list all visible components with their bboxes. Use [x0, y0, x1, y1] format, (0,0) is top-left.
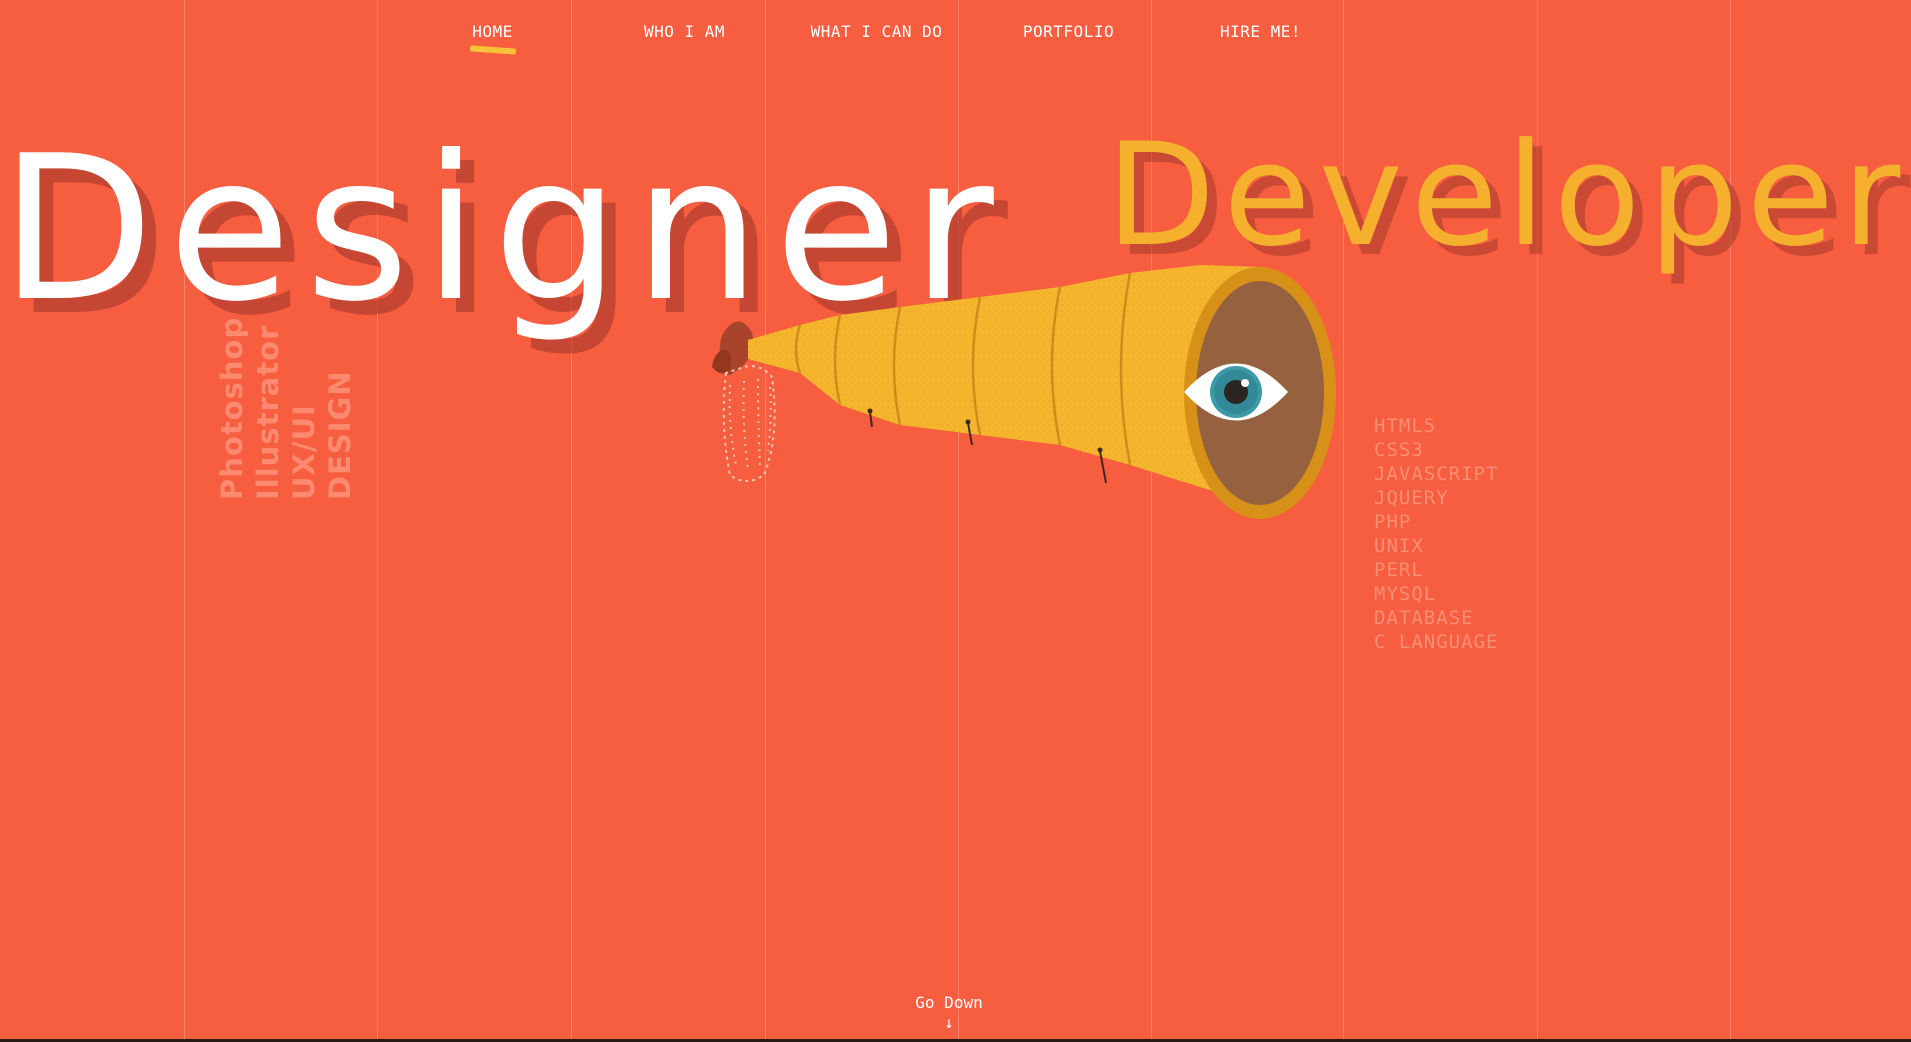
- telescope-tube-icon: [748, 265, 1260, 505]
- nav-active-underline: [469, 45, 517, 55]
- design-skill-item: Photoshop: [215, 316, 249, 500]
- telescope-eye-illustration: [712, 265, 1336, 519]
- nav-item-who-i-am[interactable]: WHO I AM: [588, 22, 781, 41]
- arrow-down-icon: ↓: [944, 1013, 954, 1032]
- dev-skill-item: CSS3: [1374, 439, 1424, 461]
- design-skills-list: Photoshop Illustrator UX/UI DESIGN: [214, 317, 358, 500]
- main-nav: HOME WHO I AM WHAT I CAN DO PORTFOLIO HI…: [0, 0, 1911, 70]
- dev-skill-item: C LANGUAGE: [1374, 631, 1499, 653]
- dev-skill-item: DATABASE: [1374, 607, 1474, 629]
- design-skill-item: Illustrator: [251, 324, 285, 500]
- design-skill-item: UX/UI: [287, 404, 321, 500]
- nav-item-portfolio[interactable]: PORTFOLIO: [972, 22, 1165, 41]
- nav-item-what-i-can-do[interactable]: WHAT I CAN DO: [780, 22, 973, 41]
- dev-skill-item: JQUERY: [1374, 487, 1449, 509]
- sleeve-icon: [722, 365, 776, 482]
- dev-skill-item: UNIX: [1374, 535, 1424, 557]
- developer-heading: Developer: [1106, 113, 1909, 278]
- dev-skill-item: PERL: [1374, 559, 1424, 581]
- dev-skill-item: JAVASCRIPT: [1374, 463, 1499, 485]
- nav-item-hire-me[interactable]: HIRE ME!: [1164, 22, 1357, 41]
- go-down-button[interactable]: Go Down ↓: [880, 993, 1018, 1032]
- dev-skill-item: HTML5: [1374, 415, 1437, 437]
- dev-skills-list: HTML5 CSS3 JAVASCRIPT JQUERY PHP UNIX PE…: [1374, 414, 1498, 654]
- hero-section: HOME WHO I AM WHAT I CAN DO PORTFOLIO HI…: [0, 0, 1911, 1039]
- dev-skill-item: PHP: [1374, 511, 1412, 533]
- go-down-label: Go Down: [915, 993, 983, 1012]
- eye-icon: [1184, 267, 1336, 519]
- design-skill-item: DESIGN: [323, 370, 357, 500]
- nav-item-home[interactable]: HOME: [396, 22, 589, 41]
- dev-skill-item: MYSQL: [1374, 583, 1437, 605]
